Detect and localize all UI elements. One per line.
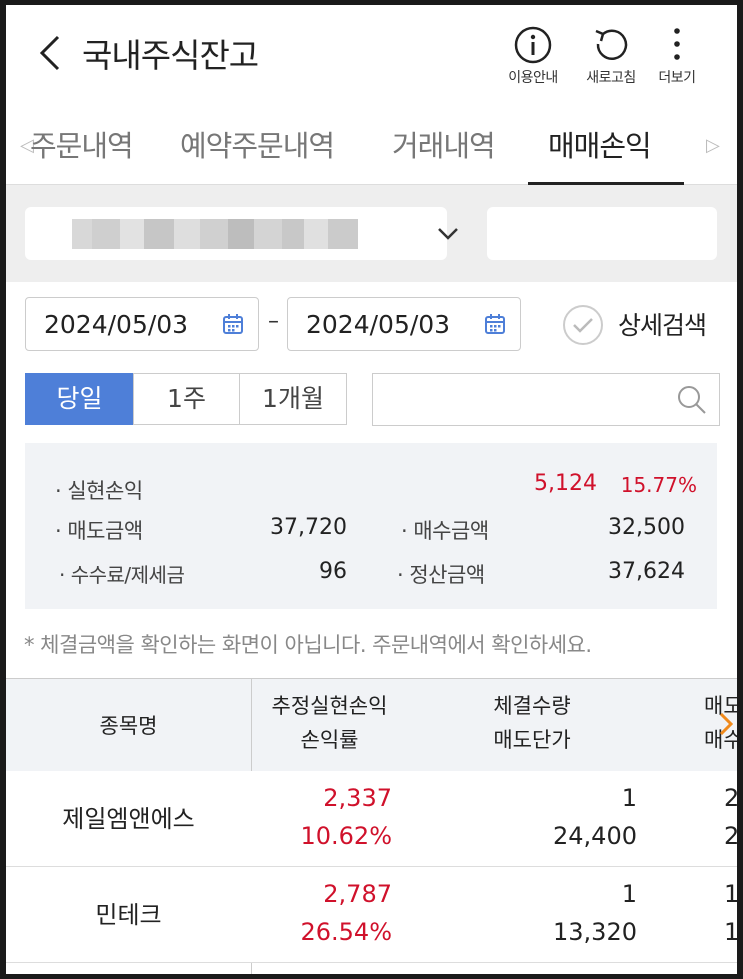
back-button[interactable] bbox=[34, 31, 74, 75]
start-date-value: 2024/05/03 bbox=[44, 310, 189, 339]
table-row[interactable]: 민테크 2,787 26.54% 1 13,320 1 1 bbox=[6, 867, 737, 963]
end-date-value: 2024/05/03 bbox=[306, 310, 451, 339]
calendar-icon bbox=[485, 314, 505, 334]
sell-price: 24,400 bbox=[553, 822, 637, 850]
estimated-pnl: 2,787 bbox=[323, 880, 392, 908]
tab-trading-pnl[interactable]: 매매손익 bbox=[548, 123, 652, 165]
refresh-button[interactable]: 새로고침 bbox=[576, 25, 646, 87]
settle-amount-label: · 정산금액 bbox=[397, 563, 485, 587]
realized-pnl-rate: 15.77% bbox=[620, 473, 697, 497]
account-select[interactable] bbox=[25, 207, 458, 260]
period-1week-button[interactable]: 1주 bbox=[133, 373, 240, 425]
settle-amount-value: 37,624 bbox=[608, 559, 685, 584]
info-icon bbox=[514, 26, 552, 64]
next-col-value-1: 1 bbox=[724, 880, 737, 908]
tab-transaction-history[interactable]: 거래내역 bbox=[392, 123, 496, 165]
app-header: 국내주식잔고 이용안내 새로고침 더보기 bbox=[6, 5, 737, 101]
realized-pnl-value: 5,124 bbox=[534, 471, 597, 496]
sell-price: 13,320 bbox=[553, 918, 637, 946]
stock-search-input[interactable] bbox=[372, 373, 720, 426]
refresh-icon bbox=[595, 29, 628, 60]
tab-scroll-right-icon[interactable]: ▷ bbox=[706, 135, 720, 156]
next-col-value-2: 1 bbox=[724, 918, 737, 946]
pnl-rate: 26.54% bbox=[300, 918, 392, 946]
guide-button[interactable]: 이용안내 bbox=[498, 25, 568, 87]
fee-tax-label: · 수수료/제세금 bbox=[59, 563, 185, 587]
start-date-field[interactable]: 2024/05/03 bbox=[25, 297, 259, 351]
account-section bbox=[6, 185, 737, 282]
estimated-pnl: 2,337 bbox=[323, 784, 392, 812]
filled-quantity: 1 bbox=[621, 784, 637, 812]
buy-amount-label: · 매수금액 bbox=[401, 519, 489, 543]
sell-amount-label: · 매도금액 bbox=[55, 519, 143, 543]
period-today-button[interactable]: 당일 bbox=[25, 373, 134, 425]
summary-panel: · 실현손익 5,124 15.77% · 매도금액 37,720 · 매수금액… bbox=[25, 443, 717, 609]
col-header-qty: 체결수량 매도단가 bbox=[493, 694, 571, 752]
sell-amount-value: 37,720 bbox=[270, 515, 347, 540]
more-button[interactable]: 더보기 bbox=[642, 25, 712, 87]
detail-search-label[interactable]: 상세검색 bbox=[618, 306, 707, 342]
pnl-rate: 10.62% bbox=[300, 822, 392, 850]
date-separator: – bbox=[268, 309, 279, 334]
notice-text: * 체결금액을 확인하는 화면이 아닙니다. 주문내역에서 확인하세요. bbox=[24, 633, 592, 657]
table-row[interactable]: 제일엠앤에스 2,337 10.62% 1 24,400 2 2 bbox=[6, 771, 737, 867]
app-frame: 국내주식잔고 이용안내 새로고침 더보기 ◁ 주문내역 예약주문내역 거래내역 … bbox=[6, 5, 737, 974]
col-header-name: 종목명 bbox=[99, 714, 158, 738]
chevron-right-icon[interactable] bbox=[718, 711, 734, 737]
more-label: 더보기 bbox=[658, 70, 696, 86]
chevron-left-icon bbox=[39, 35, 60, 71]
stock-name: 민테크 bbox=[95, 901, 162, 929]
fee-tax-value: 96 bbox=[319, 559, 347, 584]
search-icon bbox=[678, 386, 706, 414]
account-password-field[interactable] bbox=[487, 207, 717, 260]
table-header: 종목명 추정실현손익 손익률 체결수량 매도단가 매도 매수 bbox=[6, 678, 737, 772]
guide-label: 이용안내 bbox=[508, 70, 558, 86]
page-title: 국내주식잔고 bbox=[82, 36, 259, 75]
refresh-label: 새로고침 bbox=[586, 70, 636, 86]
filled-quantity: 1 bbox=[621, 880, 637, 908]
more-vertical-icon bbox=[674, 28, 680, 60]
detail-search-check-icon[interactable] bbox=[562, 304, 604, 346]
col-header-pnl: 추정실현손익 손익률 bbox=[271, 694, 388, 752]
stock-name: 제일엠앤에스 bbox=[62, 805, 195, 833]
calendar-icon bbox=[223, 314, 243, 334]
realized-pnl-label: · 실현손익 bbox=[55, 479, 143, 503]
tab-reserved-orders[interactable]: 예약주문내역 bbox=[180, 123, 335, 165]
end-date-field[interactable]: 2024/05/03 bbox=[287, 297, 521, 351]
tab-bar: ◁ 주문내역 예약주문내역 거래내역 매매손익 ▷ bbox=[6, 101, 737, 185]
period-1month-button[interactable]: 1개월 bbox=[239, 373, 347, 425]
next-col-value-2: 2 bbox=[724, 822, 737, 850]
next-col-value-1: 2 bbox=[724, 784, 737, 812]
tab-order-history[interactable]: 주문내역 bbox=[30, 123, 134, 165]
chevron-down-icon bbox=[438, 228, 458, 240]
buy-amount-value: 32,500 bbox=[608, 515, 685, 540]
